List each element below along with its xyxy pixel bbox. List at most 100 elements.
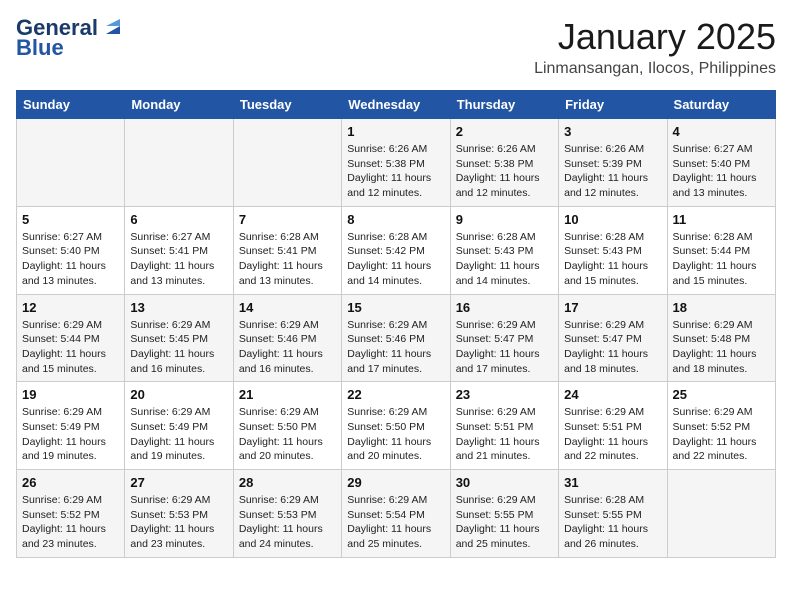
cell-sun-info: Sunrise: 6:29 AMSunset: 5:51 PMDaylight:… <box>456 405 553 464</box>
logo-icon <box>102 16 124 38</box>
cell-day-number: 19 <box>22 387 119 402</box>
cell-day-number: 29 <box>347 475 444 490</box>
cell-day-number: 26 <box>22 475 119 490</box>
location-title: Linmansangan, Ilocos, Philippines <box>534 60 776 78</box>
calendar-cell: 3 Sunrise: 6:26 AMSunset: 5:39 PMDaylight… <box>559 119 667 207</box>
cell-sun-info: Sunrise: 6:28 AMSunset: 5:43 PMDaylight:… <box>456 230 553 289</box>
cell-sun-info: Sunrise: 6:27 AMSunset: 5:41 PMDaylight:… <box>130 230 227 289</box>
calendar-week-row: 19 Sunrise: 6:29 AMSunset: 5:49 PMDayligh… <box>17 382 776 470</box>
day-header-sunday: Sunday <box>17 91 125 119</box>
calendar-cell: 29 Sunrise: 6:29 AMSunset: 5:54 PMDayligh… <box>342 470 450 558</box>
calendar-cell: 27 Sunrise: 6:29 AMSunset: 5:53 PMDayligh… <box>125 470 233 558</box>
cell-day-number: 9 <box>456 212 553 227</box>
cell-day-number: 25 <box>673 387 770 402</box>
cell-sun-info: Sunrise: 6:29 AMSunset: 5:45 PMDaylight:… <box>130 318 227 377</box>
cell-day-number: 18 <box>673 300 770 315</box>
calendar-cell: 23 Sunrise: 6:29 AMSunset: 5:51 PMDayligh… <box>450 382 558 470</box>
calendar-cell: 14 Sunrise: 6:29 AMSunset: 5:46 PMDayligh… <box>233 294 341 382</box>
day-header-tuesday: Tuesday <box>233 91 341 119</box>
cell-sun-info: Sunrise: 6:28 AMSunset: 5:41 PMDaylight:… <box>239 230 336 289</box>
cell-day-number: 27 <box>130 475 227 490</box>
cell-day-number: 28 <box>239 475 336 490</box>
cell-sun-info: Sunrise: 6:28 AMSunset: 5:43 PMDaylight:… <box>564 230 661 289</box>
calendar-cell: 26 Sunrise: 6:29 AMSunset: 5:52 PMDayligh… <box>17 470 125 558</box>
calendar-cell: 17 Sunrise: 6:29 AMSunset: 5:47 PMDayligh… <box>559 294 667 382</box>
calendar-cell: 25 Sunrise: 6:29 AMSunset: 5:52 PMDayligh… <box>667 382 775 470</box>
cell-day-number: 4 <box>673 124 770 139</box>
cell-sun-info: Sunrise: 6:26 AMSunset: 5:38 PMDaylight:… <box>456 142 553 201</box>
cell-sun-info: Sunrise: 6:29 AMSunset: 5:50 PMDaylight:… <box>239 405 336 464</box>
cell-sun-info: Sunrise: 6:29 AMSunset: 5:54 PMDaylight:… <box>347 493 444 552</box>
cell-sun-info: Sunrise: 6:29 AMSunset: 5:46 PMDaylight:… <box>239 318 336 377</box>
calendar-cell <box>17 119 125 207</box>
calendar-cell: 2Sunrise: 6:26 AMSunset: 5:38 PMDaylight… <box>450 119 558 207</box>
cell-sun-info: Sunrise: 6:29 AMSunset: 5:46 PMDaylight:… <box>347 318 444 377</box>
title-block: January 2025 Linmansangan, Ilocos, Phili… <box>534 16 776 78</box>
cell-day-number: 10 <box>564 212 661 227</box>
page-header: General Blue January 2025 Linmansangan, … <box>16 16 776 78</box>
calendar-cell: 13Sunrise: 6:29 AMSunset: 5:45 PMDayligh… <box>125 294 233 382</box>
cell-day-number: 8 <box>347 212 444 227</box>
cell-sun-info: Sunrise: 6:29 AMSunset: 5:55 PMDaylight:… <box>456 493 553 552</box>
calendar-cell: 6 Sunrise: 6:27 AMSunset: 5:41 PMDaylight… <box>125 206 233 294</box>
calendar-cell: 16 Sunrise: 6:29 AMSunset: 5:47 PMDayligh… <box>450 294 558 382</box>
calendar-cell: 7 Sunrise: 6:28 AMSunset: 5:41 PMDaylight… <box>233 206 341 294</box>
cell-sun-info: Sunrise: 6:28 AMSunset: 5:42 PMDaylight:… <box>347 230 444 289</box>
cell-day-number: 3 <box>564 124 661 139</box>
calendar-cell: 1 Sunrise: 6:26 AMSunset: 5:38 PMDaylight… <box>342 119 450 207</box>
cell-day-number: 6 <box>130 212 227 227</box>
calendar-cell: 22 Sunrise: 6:29 AMSunset: 5:50 PMDayligh… <box>342 382 450 470</box>
cell-sun-info: Sunrise: 6:29 AMSunset: 5:52 PMDaylight:… <box>22 493 119 552</box>
calendar-cell: 21 Sunrise: 6:29 AMSunset: 5:50 PMDayligh… <box>233 382 341 470</box>
calendar-cell: 24 Sunrise: 6:29 AMSunset: 5:51 PMDayligh… <box>559 382 667 470</box>
cell-day-number: 16 <box>456 300 553 315</box>
cell-sun-info: Sunrise: 6:26 AMSunset: 5:38 PMDaylight:… <box>347 142 444 201</box>
calendar-cell: 10 Sunrise: 6:28 AMSunset: 5:43 PMDayligh… <box>559 206 667 294</box>
cell-sun-info: Sunrise: 6:29 AMSunset: 5:47 PMDaylight:… <box>456 318 553 377</box>
calendar-table: SundayMondayTuesdayWednesdayThursdayFrid… <box>16 90 776 558</box>
cell-day-number: 22 <box>347 387 444 402</box>
cell-day-number: 11 <box>673 212 770 227</box>
cell-sun-info: Sunrise: 6:29 AMSunset: 5:49 PMDaylight:… <box>22 405 119 464</box>
cell-sun-info: Sunrise: 6:29 AMSunset: 5:51 PMDaylight:… <box>564 405 661 464</box>
calendar-cell <box>667 470 775 558</box>
calendar-cell: 11 Sunrise: 6:28 AMSunset: 5:44 PMDayligh… <box>667 206 775 294</box>
calendar-cell: 4Sunrise: 6:27 AMSunset: 5:40 PMDaylight… <box>667 119 775 207</box>
calendar-cell: 18Sunrise: 6:29 AMSunset: 5:48 PMDayligh… <box>667 294 775 382</box>
cell-sun-info: Sunrise: 6:29 AMSunset: 5:53 PMDaylight:… <box>239 493 336 552</box>
calendar-cell: 15Sunrise: 6:29 AMSunset: 5:46 PMDayligh… <box>342 294 450 382</box>
day-header-saturday: Saturday <box>667 91 775 119</box>
cell-sun-info: Sunrise: 6:28 AMSunset: 5:55 PMDaylight:… <box>564 493 661 552</box>
calendar-cell: 19 Sunrise: 6:29 AMSunset: 5:49 PMDayligh… <box>17 382 125 470</box>
cell-day-number: 23 <box>456 387 553 402</box>
calendar-cell: 28 Sunrise: 6:29 AMSunset: 5:53 PMDayligh… <box>233 470 341 558</box>
calendar-week-row: 1 Sunrise: 6:26 AMSunset: 5:38 PMDaylight… <box>17 119 776 207</box>
cell-day-number: 7 <box>239 212 336 227</box>
calendar-cell: 30 Sunrise: 6:29 AMSunset: 5:55 PMDayligh… <box>450 470 558 558</box>
cell-sun-info: Sunrise: 6:28 AMSunset: 5:44 PMDaylight:… <box>673 230 770 289</box>
cell-day-number: 30 <box>456 475 553 490</box>
calendar-cell <box>125 119 233 207</box>
cell-sun-info: Sunrise: 6:29 AMSunset: 5:53 PMDaylight:… <box>130 493 227 552</box>
cell-sun-info: Sunrise: 6:29 AMSunset: 5:52 PMDaylight:… <box>673 405 770 464</box>
calendar-header-row: SundayMondayTuesdayWednesdayThursdayFrid… <box>17 91 776 119</box>
cell-day-number: 14 <box>239 300 336 315</box>
cell-sun-info: Sunrise: 6:29 AMSunset: 5:44 PMDaylight:… <box>22 318 119 377</box>
day-header-wednesday: Wednesday <box>342 91 450 119</box>
cell-day-number: 1 <box>347 124 444 139</box>
calendar-week-row: 5Sunrise: 6:27 AMSunset: 5:40 PMDaylight… <box>17 206 776 294</box>
cell-sun-info: Sunrise: 6:29 AMSunset: 5:49 PMDaylight:… <box>130 405 227 464</box>
cell-day-number: 21 <box>239 387 336 402</box>
cell-day-number: 17 <box>564 300 661 315</box>
calendar-week-row: 12Sunrise: 6:29 AMSunset: 5:44 PMDayligh… <box>17 294 776 382</box>
cell-sun-info: Sunrise: 6:29 AMSunset: 5:47 PMDaylight:… <box>564 318 661 377</box>
logo-text-blue: Blue <box>16 35 64 60</box>
day-header-thursday: Thursday <box>450 91 558 119</box>
cell-day-number: 5 <box>22 212 119 227</box>
calendar-week-row: 26 Sunrise: 6:29 AMSunset: 5:52 PMDayligh… <box>17 470 776 558</box>
calendar-cell: 20Sunrise: 6:29 AMSunset: 5:49 PMDayligh… <box>125 382 233 470</box>
month-title: January 2025 <box>534 16 776 58</box>
cell-day-number: 24 <box>564 387 661 402</box>
cell-sun-info: Sunrise: 6:26 AMSunset: 5:39 PMDaylight:… <box>564 142 661 201</box>
cell-sun-info: Sunrise: 6:29 AMSunset: 5:50 PMDaylight:… <box>347 405 444 464</box>
